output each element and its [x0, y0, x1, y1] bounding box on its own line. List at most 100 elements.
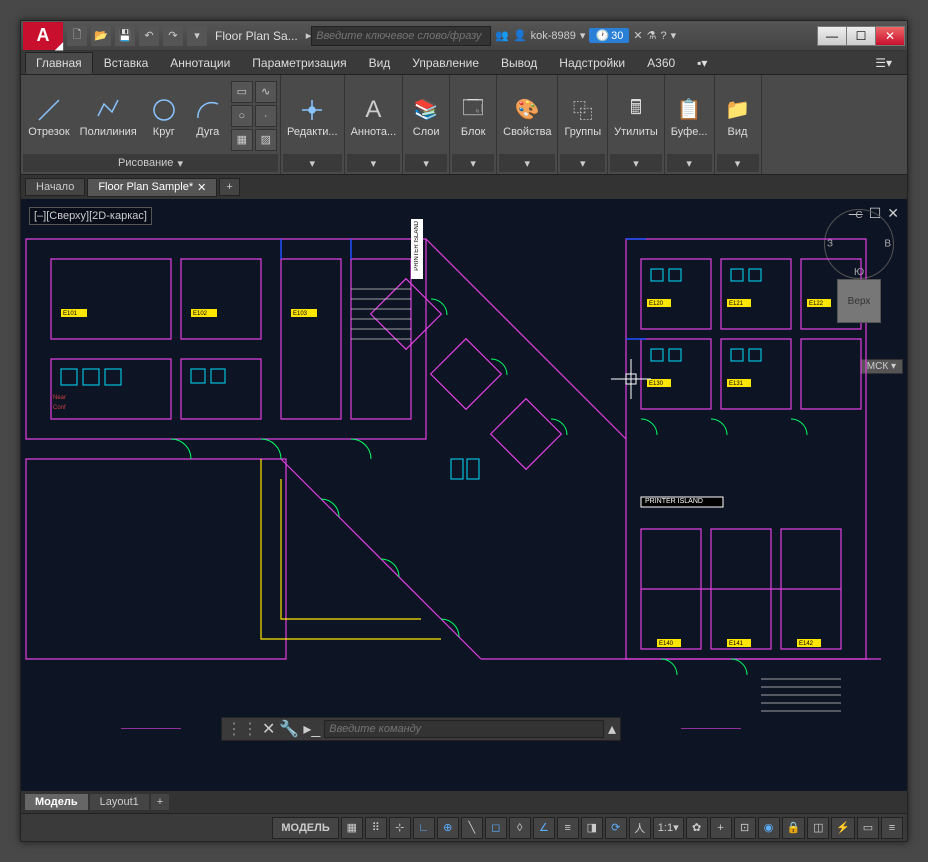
layers-button[interactable]: 📚Слои: [405, 92, 447, 140]
sb-cleanscreen-icon[interactable]: ▭: [857, 817, 879, 839]
layout-tab-model[interactable]: Модель: [25, 794, 88, 810]
layout-tab-layout1[interactable]: Layout1: [90, 794, 149, 810]
sb-otrack-icon[interactable]: ∠: [533, 817, 555, 839]
tab-addins[interactable]: Надстройки: [548, 52, 636, 74]
cmd-wrench-icon[interactable]: 🔧: [279, 719, 299, 739]
tab-view[interactable]: Вид: [358, 52, 402, 74]
ellipse-icon[interactable]: ○: [231, 105, 253, 127]
user-dropdown-icon[interactable]: ▾: [580, 29, 586, 42]
block-button[interactable]: 🗔Блок: [452, 92, 494, 140]
sb-polar-icon[interactable]: ⊕: [437, 817, 459, 839]
user-name[interactable]: kok-8989: [531, 30, 576, 42]
sb-annomonitor-icon[interactable]: +: [710, 817, 732, 839]
add-layout-button[interactable]: +: [151, 794, 169, 810]
minimize-button[interactable]: —: [817, 26, 847, 46]
panel-modify-expand[interactable]: ▾: [283, 154, 342, 172]
tab-output[interactable]: Вывод: [490, 52, 548, 74]
cmd-history-icon[interactable]: ▴: [608, 719, 616, 739]
new-tab-button[interactable]: +: [219, 178, 239, 196]
open-icon[interactable]: 📂: [91, 26, 111, 46]
exchange-icon[interactable]: ✕: [633, 29, 642, 42]
point-icon[interactable]: ·: [255, 105, 277, 127]
arc-button[interactable]: Дуга: [187, 92, 229, 140]
save-icon[interactable]: 💾: [115, 26, 135, 46]
sb-cycling-icon[interactable]: ⟳: [605, 817, 627, 839]
groups-button[interactable]: ⿻Группы: [560, 92, 605, 140]
help-dropdown-icon[interactable]: ▾: [671, 29, 677, 42]
panel-properties-expand[interactable]: ▾: [499, 154, 555, 172]
properties-button[interactable]: 🎨Свойства: [499, 92, 555, 140]
maximize-button[interactable]: ☐: [846, 26, 876, 46]
sb-snap-icon[interactable]: ⠿: [365, 817, 387, 839]
trial-badge[interactable]: 🕐30: [589, 28, 629, 43]
redo-icon[interactable]: ↷: [163, 26, 183, 46]
polyline-button[interactable]: Полилиния: [76, 92, 141, 140]
help-icon[interactable]: ?: [661, 30, 667, 42]
sb-isolate-icon[interactable]: ◫: [807, 817, 829, 839]
annotation-button[interactable]: AАннота...: [347, 92, 401, 140]
sb-osnap-icon[interactable]: ◻: [485, 817, 507, 839]
sb-hardware-accel-icon[interactable]: ⚡: [831, 817, 855, 839]
sb-customize-icon[interactable]: ≡: [881, 817, 903, 839]
undo-icon[interactable]: ↶: [139, 26, 159, 46]
hatch-icon[interactable]: ▦: [231, 129, 253, 151]
panel-draw-label[interactable]: Рисование▾: [23, 154, 278, 172]
search-input[interactable]: [311, 26, 491, 46]
sb-transparency-icon[interactable]: ◨: [581, 817, 603, 839]
sb-lock-ui-icon[interactable]: 🔒: [782, 817, 806, 839]
spline-icon[interactable]: ∿: [255, 81, 277, 103]
new-icon[interactable]: 🗋: [67, 26, 87, 46]
panel-block-expand[interactable]: ▾: [452, 154, 494, 172]
region-icon[interactable]: ▨: [255, 129, 277, 151]
sb-infer-icon[interactable]: ⊹: [389, 817, 411, 839]
ribbon-collapse-icon[interactable]: ☰▾: [864, 52, 903, 74]
panel-layers-expand[interactable]: ▾: [405, 154, 447, 172]
command-input[interactable]: [324, 720, 604, 738]
tab-home[interactable]: Главная: [25, 52, 93, 74]
panel-annotation-expand[interactable]: ▾: [347, 154, 401, 172]
sb-3dosnap-icon[interactable]: ◊: [509, 817, 531, 839]
doc-tab-start[interactable]: Начало: [25, 178, 85, 196]
close-button[interactable]: ✕: [875, 26, 905, 46]
rectangle-icon[interactable]: ▭: [231, 81, 253, 103]
sb-units-icon[interactable]: ⊡: [734, 817, 756, 839]
sb-scale-button[interactable]: 1:1 ▾: [653, 817, 684, 839]
sb-model-button[interactable]: МОДЕЛЬ: [272, 817, 338, 839]
tab-insert[interactable]: Вставка: [93, 52, 160, 74]
line-button[interactable]: Отрезок: [24, 92, 73, 140]
qat-dropdown-icon[interactable]: ▾: [187, 26, 207, 46]
sb-lineweight-icon[interactable]: ≡: [557, 817, 579, 839]
tab-a360[interactable]: A360: [636, 52, 686, 74]
panel-clipboard-expand[interactable]: ▾: [667, 154, 712, 172]
viewcube-top-face[interactable]: Верх: [837, 279, 881, 323]
tab-featured-icon[interactable]: ▪▾: [686, 52, 718, 74]
sb-grid-icon[interactable]: ▦: [341, 817, 363, 839]
panel-view-expand[interactable]: ▾: [717, 154, 759, 172]
tab-parametric[interactable]: Параметризация: [241, 52, 357, 74]
sb-workspace-icon[interactable]: ✿: [686, 817, 708, 839]
signin-icon[interactable]: 👥: [495, 29, 509, 42]
viewport[interactable]: [–][Сверху][2D-каркас] — ☐ ✕ С Ю В З Вер…: [21, 199, 907, 791]
sb-quickprops-icon[interactable]: ◉: [758, 817, 780, 839]
cmd-handle-icon[interactable]: ⋮⋮: [226, 719, 258, 739]
modify-button[interactable]: Редакти...: [283, 92, 342, 140]
app-logo[interactable]: A: [23, 22, 63, 50]
doc-tab-current[interactable]: Floor Plan Sample*✕: [87, 178, 217, 197]
panel-modify: Редакти... ▾: [281, 75, 345, 174]
circle-button[interactable]: Круг: [143, 92, 185, 140]
panel-utilities-expand[interactable]: ▾: [610, 154, 662, 172]
tab-annotate[interactable]: Аннотации: [159, 52, 241, 74]
lab-icon[interactable]: ⚗: [647, 29, 657, 42]
close-tab-icon[interactable]: ✕: [197, 181, 206, 194]
sb-annoscale-icon[interactable]: 人: [629, 817, 651, 839]
panel-groups-expand[interactable]: ▾: [560, 154, 605, 172]
sb-isodraft-icon[interactable]: ╲: [461, 817, 483, 839]
command-line[interactable]: ⋮⋮ ✕ 🔧 ▸_ ▴: [221, 717, 621, 741]
clipboard-button[interactable]: 📋Буфе...: [667, 92, 712, 140]
printer-island-label-1: PRINTER ISLAND: [414, 221, 420, 271]
cmd-close-icon[interactable]: ✕: [262, 719, 275, 739]
view-button[interactable]: 📁Вид: [717, 92, 759, 140]
utilities-button[interactable]: 🖩Утилиты: [610, 92, 662, 140]
tab-manage[interactable]: Управление: [401, 52, 490, 74]
sb-ortho-icon[interactable]: ∟: [413, 817, 435, 839]
